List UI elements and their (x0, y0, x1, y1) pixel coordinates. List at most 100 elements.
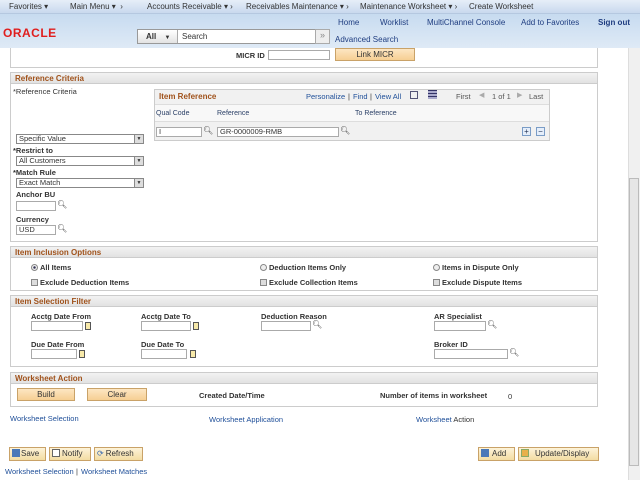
calendar-icon[interactable] (85, 322, 91, 330)
search-input[interactable]: Search (178, 30, 329, 43)
search-go-button[interactable]: » (315, 29, 330, 44)
sign-out-link[interactable]: Sign out (598, 18, 630, 27)
add-icon (481, 449, 489, 457)
link-micr-button[interactable]: Link MICR (335, 48, 415, 61)
exclude-deduction-items-checkbox[interactable]: Exclude Deduction Items (31, 278, 129, 287)
match-rule-label: *Match Rule (13, 168, 56, 177)
first-link[interactable]: First (456, 92, 471, 101)
reference-input[interactable]: GR-0000009-RMB (217, 127, 339, 137)
deduction-items-only-radio[interactable]: Deduction Items Only (260, 263, 346, 272)
micr-id-input[interactable] (268, 50, 330, 60)
last-link[interactable]: Last (529, 92, 543, 101)
item-reference-title: Item Reference (159, 92, 217, 101)
zoom-grid-icon[interactable] (410, 91, 418, 99)
calendar-icon[interactable] (79, 350, 85, 358)
download-grid-icon[interactable] (428, 90, 437, 99)
breadcrumb-maintenance-worksheet[interactable]: Maintenance Worksheet ▾ › (360, 2, 457, 11)
next-icon[interactable]: ▶ (517, 91, 522, 99)
currency-lookup-icon[interactable]: 🔍︎ (57, 224, 67, 233)
refresh-icon: ⟳ (97, 449, 104, 458)
qual-code-lookup-icon[interactable]: 🔍︎ (203, 126, 213, 135)
items-in-dispute-only-radio[interactable]: Items in Dispute Only (433, 263, 519, 272)
exclude-dispute-items-checkbox[interactable]: Exclude Dispute Items (433, 278, 522, 287)
reference-criteria-select[interactable]: Specific Value ▼ (16, 134, 144, 144)
micr-id-label: MICR ID (236, 51, 265, 60)
anchor-bu-label: Anchor BU (16, 190, 56, 199)
breadcrumb-receivables-maintenance[interactable]: Receivables Maintenance ▾ › (246, 2, 349, 11)
breadcrumb-accounts-receivable[interactable]: Accounts Receivable ▾ › (147, 2, 233, 11)
column-header: Qual Code (156, 110, 190, 117)
update-display-button[interactable]: Update/Display (518, 447, 599, 461)
created-date-time-label: Created Date/Time (199, 391, 265, 400)
worksheet-application-tab[interactable]: Worksheet Application (209, 415, 283, 424)
add-to-favorites-link[interactable]: Add to Favorites (521, 18, 579, 27)
multichannel-console-link[interactable]: MultiChannel Console (427, 18, 505, 27)
update-icon (521, 449, 529, 457)
view-all-link[interactable]: View All (375, 92, 401, 101)
scrollbar-thumb[interactable] (629, 178, 639, 466)
personalize-link[interactable]: Personalize (306, 92, 345, 101)
broker-id-lookup-icon[interactable]: 🔍︎ (509, 348, 519, 357)
previous-icon[interactable]: ◀ (479, 91, 484, 99)
column-header: To Reference (355, 110, 397, 117)
build-button[interactable]: Build (17, 388, 75, 401)
currency-input[interactable]: USD (16, 225, 56, 235)
qual-code-input[interactable]: I (156, 127, 202, 137)
worksheet-selection-tab[interactable]: Worksheet Selection (10, 414, 79, 423)
calendar-icon[interactable] (193, 322, 199, 330)
all-items-radio[interactable]: All Items (31, 263, 71, 272)
reference-lookup-icon[interactable]: 🔍︎ (340, 126, 350, 135)
breadcrumb-favorites[interactable]: Favorites ▾ (9, 2, 48, 11)
anchor-bu-input[interactable] (16, 201, 56, 211)
items-count-value: 0 (508, 392, 513, 401)
clear-button[interactable]: Clear (87, 388, 147, 401)
search-bar: All ▼ Search (137, 29, 330, 44)
broker-id-label: Broker ID (434, 340, 468, 349)
broker-id-input[interactable] (434, 349, 508, 359)
refresh-button[interactable]: ⟳ Refresh (94, 447, 143, 461)
due-date-to-label: Due Date To (141, 340, 185, 349)
ar-specialist-label: AR Specialist (434, 312, 482, 321)
currency-label: Currency (16, 215, 49, 224)
oracle-logo: ORACLE (3, 26, 57, 40)
add-button[interactable]: Add (478, 447, 515, 461)
anchor-bu-lookup-icon[interactable]: 🔍︎ (57, 200, 67, 209)
grid-header-row (155, 104, 549, 122)
column-header: Reference (217, 110, 250, 117)
notify-icon (52, 449, 60, 457)
breadcrumb-bar: Favorites ▾ Main Menu ▾ › Accounts Recei… (0, 0, 640, 14)
reference-criteria-header: Reference Criteria (10, 72, 598, 84)
search-scope-select[interactable]: All ▼ (138, 30, 178, 43)
due-date-to-input[interactable] (141, 349, 187, 359)
notify-button[interactable]: Notify (49, 447, 91, 461)
home-link[interactable]: Home (338, 18, 359, 27)
ar-specialist-input[interactable] (434, 321, 486, 331)
acctg-date-to-input[interactable] (141, 321, 191, 331)
calendar-icon[interactable] (190, 350, 196, 358)
save-button[interactable]: Save (9, 447, 46, 461)
delete-row-icon[interactable]: − (536, 127, 545, 136)
match-rule-select[interactable]: Exact Match ▼ (16, 178, 144, 188)
find-link[interactable]: Find (353, 92, 368, 101)
acctg-date-from-input[interactable] (31, 321, 83, 331)
deduction-reason-input[interactable] (261, 321, 311, 331)
exclude-collection-items-checkbox[interactable]: Exclude Collection Items (260, 278, 358, 287)
restrict-to-select[interactable]: All Customers ▼ (16, 156, 144, 166)
worklist-link[interactable]: Worklist (380, 18, 408, 27)
advanced-search-link[interactable]: Advanced Search (335, 35, 398, 44)
worksheet-action-header: Worksheet Action (10, 372, 598, 384)
breadcrumb-main-menu[interactable]: Main Menu ▾ › (70, 2, 123, 11)
worksheet-matches-link[interactable]: Worksheet Matches (81, 467, 147, 476)
acctg-date-from-label: Acctg Date From (31, 312, 92, 321)
row-count: 1 of 1 (492, 92, 511, 101)
deduction-reason-lookup-icon[interactable]: 🔍︎ (312, 320, 322, 329)
due-date-from-input[interactable] (31, 349, 77, 359)
items-count-label: Number of items in worksheet (380, 391, 488, 400)
add-row-icon[interactable]: + (522, 127, 531, 136)
ar-specialist-lookup-icon[interactable]: 🔍︎ (487, 320, 497, 329)
breadcrumb-create-worksheet[interactable]: Create Worksheet (469, 2, 533, 11)
worksheet-selection-link[interactable]: Worksheet Selection (5, 467, 74, 476)
restrict-to-label: *Restrict to (13, 146, 54, 155)
acctg-date-to-label: Acctg Date To (141, 312, 191, 321)
worksheet-action-tab[interactable]: Worksheet Action (416, 415, 474, 424)
